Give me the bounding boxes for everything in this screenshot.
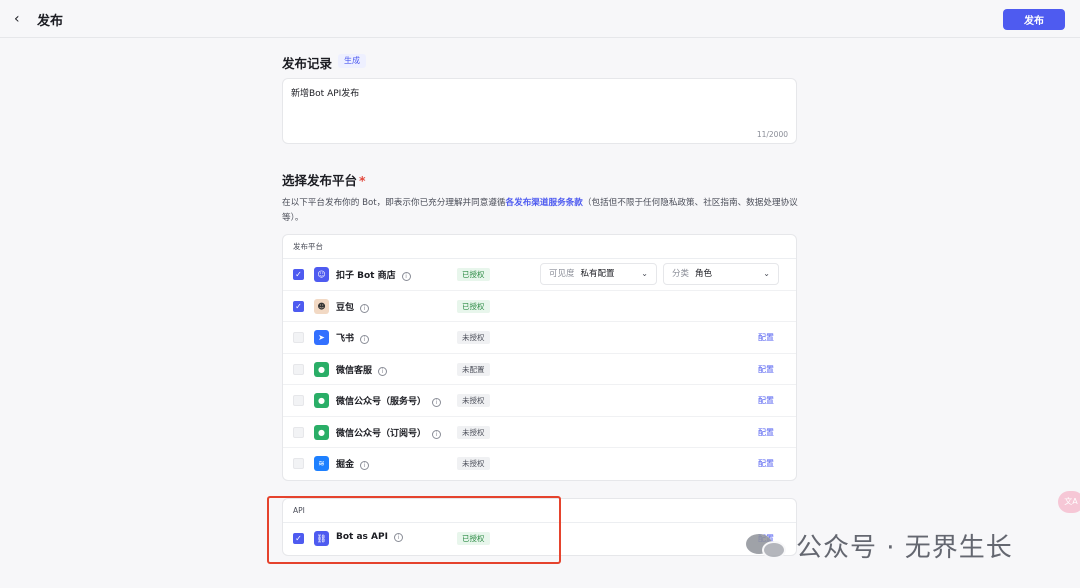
platform-panel: 发布平台 ✓ ☺ 扣子 Bot 商店 i 已授权 可见度 私有配置 ⌄ 分类 角色 ⌄ ✓ ☻ 豆包 i 已授… — [282, 234, 797, 481]
platform-title-text: 选择发布平台 — [282, 173, 358, 188]
platform-row: ✓ ☺ 扣子 Bot 商店 i 已授权 可见度 私有配置 ⌄ 分类 角色 ⌄ — [283, 259, 796, 291]
char-count: 11/2000 — [756, 130, 788, 139]
platform-name: 微信客服 i — [336, 363, 388, 376]
required-mark: * — [359, 173, 366, 188]
platform-checkbox[interactable]: ✓ — [293, 300, 304, 312]
info-icon[interactable]: i — [360, 335, 370, 344]
visibility-select[interactable]: 可见度 私有配置 ⌄ — [540, 263, 657, 285]
platform-checkbox[interactable] — [293, 426, 304, 438]
status-badge: 未授权 — [457, 457, 490, 470]
config-link[interactable]: 配置 — [758, 364, 774, 375]
platform-name: 扣子 Bot 商店 i — [336, 268, 411, 281]
coze-icon: ☺ — [314, 267, 329, 282]
wechat-logo-icon — [746, 532, 788, 560]
record-title: 发布记录 — [282, 56, 333, 71]
category-label: 分类 — [672, 269, 690, 279]
publish-button[interactable]: 发布 — [1003, 9, 1065, 30]
record-textarea[interactable]: 新增Bot API发布 11/2000 — [282, 78, 797, 144]
wechat-icon: ● — [314, 393, 329, 408]
info-icon[interactable]: i — [432, 398, 442, 407]
platform-description: 在以下平台发布你的 Bot，即表示你已充分理解并同意遵循各发布渠道服务条款（包括… — [282, 196, 802, 226]
config-link[interactable]: 配置 — [758, 395, 774, 406]
platform-name: 豆包 i — [336, 300, 370, 313]
chevron-down-icon: ⌄ — [763, 269, 770, 278]
status-badge: 未授权 — [457, 331, 490, 344]
status-badge: 已授权 — [457, 299, 490, 313]
platform-name-text: 飞书 — [336, 334, 355, 344]
config-link[interactable]: 配置 — [758, 427, 774, 438]
platform-checkbox[interactable] — [293, 332, 304, 343]
visibility-label: 可见度 — [549, 269, 575, 279]
top-bar: ‹ 发布 发布 — [0, 0, 1080, 38]
watermark-text: 公众号 · 无界生长 — [796, 533, 1013, 563]
watermark: 公众号 · 无界生长 — [746, 527, 1013, 564]
platform-checkbox[interactable]: ✓ — [293, 269, 304, 280]
platform-name-text: 微信客服 — [336, 365, 373, 376]
platform-name-text: 豆包 — [336, 302, 355, 313]
platform-name-text: 微信公众号（服务号） — [336, 397, 427, 407]
platform-name: 飞书 i — [336, 331, 370, 344]
visibility-value: 私有配置 — [580, 269, 615, 279]
status-badge: 未授权 — [457, 425, 490, 439]
platform-checkbox[interactable] — [293, 363, 304, 375]
wechat-icon: ● — [314, 424, 329, 440]
info-icon[interactable]: i — [432, 429, 442, 439]
translate-float-button[interactable]: 文A — [1058, 491, 1080, 513]
platform-checkbox[interactable] — [293, 458, 304, 469]
back-icon[interactable]: ‹ — [14, 10, 30, 28]
info-icon[interactable]: i — [378, 366, 388, 376]
platform-row: ● 微信公众号（服务号） i 未授权 配置 — [283, 385, 796, 417]
wechat-icon: ● — [314, 361, 329, 377]
platform-row: ● 微信公众号（订阅号） i 未授权 配置 — [283, 417, 796, 448]
platform-title: 选择发布平台 * — [282, 170, 366, 189]
config-link[interactable]: 配置 — [758, 332, 774, 343]
status-badge: 未配置 — [457, 362, 490, 376]
info-icon[interactable]: i — [401, 272, 411, 281]
generate-button[interactable]: 生成 — [338, 54, 366, 68]
info-icon[interactable]: i — [360, 303, 370, 313]
panel-header: 发布平台 — [283, 235, 796, 259]
terms-link[interactable]: 各发布渠道服务条款 — [506, 198, 583, 208]
chevron-down-icon: ⌄ — [641, 269, 648, 278]
platform-row: ≋ 掘金 i 未授权 配置 — [283, 448, 796, 480]
platform-name: 微信公众号（服务号） i — [336, 394, 442, 407]
record-value: 新增Bot API发布 — [291, 89, 360, 99]
status-badge: 已授权 — [457, 268, 490, 281]
feishu-icon: ➤ — [314, 330, 329, 345]
platform-name-text: 微信公众号（订阅号） — [336, 428, 427, 439]
platform-row: ✓ ☻ 豆包 i 已授权 — [283, 291, 796, 322]
platform-name: 掘金 i — [336, 457, 370, 470]
desc-text: 在以下平台发布你的 Bot，即表示你已充分理解并同意遵循 — [282, 198, 506, 208]
page-title: 发布 — [37, 14, 64, 29]
category-select[interactable]: 分类 角色 ⌄ — [663, 263, 779, 285]
platform-name: 微信公众号（订阅号） i — [336, 426, 442, 439]
platform-checkbox[interactable] — [293, 395, 304, 406]
platform-name-text: 扣子 Bot 商店 — [336, 271, 396, 281]
doubao-icon: ☻ — [314, 298, 329, 314]
config-link[interactable]: 配置 — [758, 458, 774, 469]
status-badge: 未授权 — [457, 394, 490, 407]
platform-row: ● 微信客服 i 未配置 配置 — [283, 354, 796, 385]
juejin-icon: ≋ — [314, 456, 329, 471]
platform-row: ➤ 飞书 i 未授权 配置 — [283, 322, 796, 354]
highlight-box — [267, 496, 561, 564]
platform-name-text: 掘金 — [336, 460, 355, 470]
info-icon[interactable]: i — [360, 461, 370, 470]
category-value: 角色 — [695, 269, 713, 279]
